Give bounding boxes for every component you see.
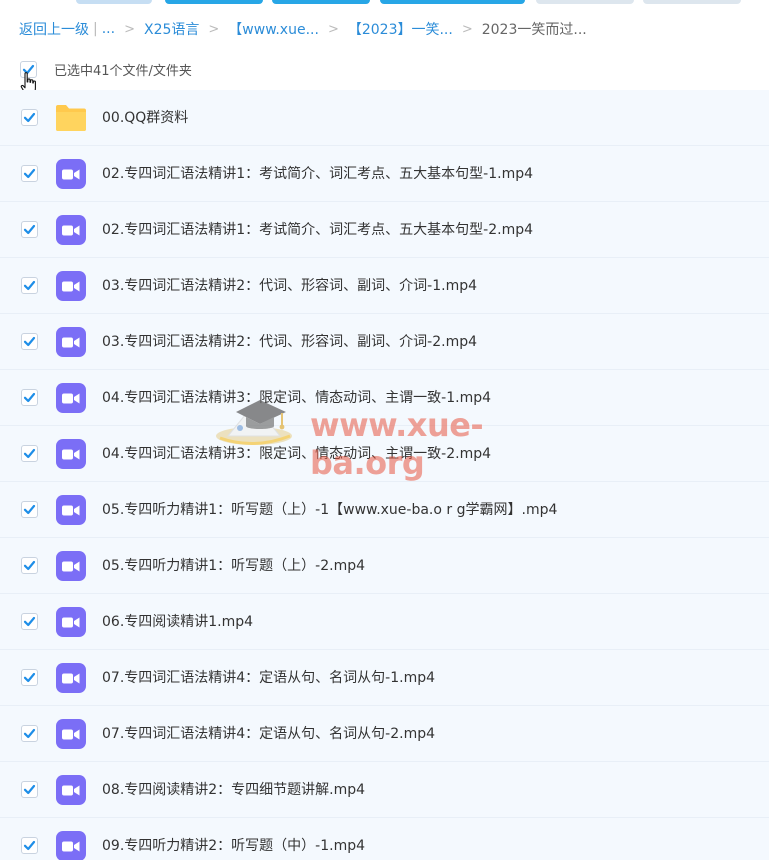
video-icon <box>55 663 87 693</box>
breadcrumb-item[interactable]: 【2023】一笑... <box>348 19 453 39</box>
file-row[interactable]: 05.专四听力精讲1：听写题（上）-2.mp4 <box>0 538 769 594</box>
video-icon <box>55 495 87 525</box>
check-icon <box>23 336 36 347</box>
file-name[interactable]: 03.专四词汇语法精讲2：代词、形容词、副词、介词-1.mp4 <box>102 258 477 314</box>
file-row[interactable]: 02.专四词汇语法精讲1：考试简介、词汇考点、五大基本句型-1.mp4 <box>0 146 769 202</box>
file-checkbox[interactable] <box>21 557 38 574</box>
video-icon <box>55 719 87 749</box>
breadcrumb-ellipsis[interactable]: ... <box>102 21 115 37</box>
chevron-right-icon: > <box>124 21 135 37</box>
video-icon <box>55 439 87 469</box>
toolbar-button-edge[interactable] <box>272 0 370 4</box>
check-icon <box>23 616 36 627</box>
file-checkbox[interactable] <box>21 389 38 406</box>
video-icon <box>55 383 87 413</box>
file-checkbox[interactable] <box>21 445 38 462</box>
selection-count-text: 已选中41个文件/文件夹 <box>54 63 192 79</box>
check-icon <box>23 112 36 123</box>
breadcrumb: 返回上一级 | ... > X25语言 > 【www.xue... > 【202… <box>19 19 587 39</box>
check-icon <box>23 560 36 571</box>
video-icon <box>55 215 87 245</box>
file-row[interactable]: 03.专四词汇语法精讲2：代词、形容词、副词、介词-2.mp4 <box>0 314 769 370</box>
chevron-right-icon: > <box>461 21 473 37</box>
video-icon <box>55 551 87 581</box>
check-icon <box>23 504 36 515</box>
file-name[interactable]: 06.专四阅读精讲1.mp4 <box>102 594 253 650</box>
toolbar-buttons-edge <box>0 0 769 4</box>
video-icon <box>55 327 87 357</box>
check-icon <box>23 224 36 235</box>
file-name[interactable]: 00.QQ群资料 <box>102 90 188 146</box>
file-name[interactable]: 08.专四阅读精讲2：专四细节题讲解.mp4 <box>102 762 365 818</box>
check-icon <box>23 280 36 291</box>
file-row[interactable]: 03.专四词汇语法精讲2：代词、形容词、副词、介词-1.mp4 <box>0 258 769 314</box>
folder-icon <box>55 103 87 133</box>
video-icon <box>55 159 87 189</box>
file-checkbox[interactable] <box>21 837 38 854</box>
check-icon <box>23 672 36 683</box>
check-icon <box>23 168 36 179</box>
breadcrumb-back-link[interactable]: 返回上一级 <box>19 19 89 39</box>
file-checkbox[interactable] <box>21 501 38 518</box>
file-row[interactable]: 00.QQ群资料 <box>0 90 769 146</box>
check-icon <box>23 728 36 739</box>
file-name[interactable]: 05.专四听力精讲1：听写题（上）-2.mp4 <box>102 538 365 594</box>
file-row[interactable]: 07.专四词汇语法精讲4：定语从句、名词从句-1.mp4 <box>0 650 769 706</box>
file-checkbox[interactable] <box>21 725 38 742</box>
file-row[interactable]: 08.专四阅读精讲2：专四细节题讲解.mp4 <box>0 762 769 818</box>
file-checkbox[interactable] <box>21 781 38 798</box>
toolbar-button-edge[interactable] <box>380 0 525 4</box>
file-checkbox[interactable] <box>21 109 38 126</box>
file-row[interactable]: 09.专四听力精讲2：听写题（中）-1.mp4 <box>0 818 769 860</box>
file-row[interactable]: 07.专四词汇语法精讲4：定语从句、名词从句-2.mp4 <box>0 706 769 762</box>
breadcrumb-current: 2023一笑而过... <box>481 22 587 38</box>
file-name[interactable]: 09.专四听力精讲2：听写题（中）-1.mp4 <box>102 818 365 860</box>
check-icon <box>23 840 36 851</box>
breadcrumb-item[interactable]: 【www.xue... <box>228 19 319 39</box>
chevron-right-icon: > <box>208 21 220 37</box>
file-row[interactable]: 06.专四阅读精讲1.mp4 <box>0 594 769 650</box>
video-icon <box>55 775 87 805</box>
file-checkbox[interactable] <box>21 669 38 686</box>
file-name[interactable]: 07.专四词汇语法精讲4：定语从句、名词从句-1.mp4 <box>102 650 435 706</box>
video-icon <box>55 831 87 860</box>
check-icon <box>23 448 36 459</box>
file-checkbox[interactable] <box>21 333 38 350</box>
toolbar-button-edge[interactable] <box>165 0 263 4</box>
file-row[interactable]: 02.专四词汇语法精讲1：考试简介、词汇考点、五大基本句型-2.mp4 <box>0 202 769 258</box>
file-checkbox[interactable] <box>21 165 38 182</box>
file-name[interactable]: 07.专四词汇语法精讲4：定语从句、名词从句-2.mp4 <box>102 706 435 762</box>
file-checkbox[interactable] <box>21 613 38 630</box>
file-name[interactable]: 04.专四词汇语法精讲3：限定词、情态动词、主谓一致-1.mp4 <box>102 370 491 426</box>
breadcrumb-divider: | <box>93 21 98 37</box>
toolbar-button-edge[interactable] <box>643 0 741 4</box>
chevron-right-icon: > <box>327 21 339 37</box>
file-row[interactable]: 05.专四听力精讲1：听写题（上）-1【www.xue-ba.o r g学霸网】… <box>0 482 769 538</box>
file-checkbox[interactable] <box>21 277 38 294</box>
file-checkbox[interactable] <box>21 221 38 238</box>
file-row[interactable]: 04.专四词汇语法精讲3：限定词、情态动词、主谓一致-2.mp4 <box>0 426 769 482</box>
file-name[interactable]: 02.专四词汇语法精讲1：考试简介、词汇考点、五大基本句型-2.mp4 <box>102 202 533 258</box>
toolbar-button-edge[interactable] <box>536 0 634 4</box>
file-name[interactable]: 05.专四听力精讲1：听写题（上）-1【www.xue-ba.o r g学霸网】… <box>102 482 557 538</box>
file-name[interactable]: 03.专四词汇语法精讲2：代词、形容词、副词、介词-2.mp4 <box>102 314 477 370</box>
video-icon <box>55 271 87 301</box>
file-name[interactable]: 04.专四词汇语法精讲3：限定词、情态动词、主谓一致-2.mp4 <box>102 426 491 482</box>
file-name[interactable]: 02.专四词汇语法精讲1：考试简介、词汇考点、五大基本句型-1.mp4 <box>102 146 533 202</box>
select-all-bar: 已选中41个文件/文件夹 <box>20 58 192 80</box>
video-icon <box>55 607 87 637</box>
breadcrumb-item[interactable]: X25语言 <box>144 19 199 39</box>
toolbar-button-edge[interactable] <box>76 0 152 4</box>
check-icon <box>23 784 36 795</box>
file-row[interactable]: 04.专四词汇语法精讲3：限定词、情态动词、主谓一致-1.mp4 <box>0 370 769 426</box>
file-list: 00.QQ群资料 02.专四词汇语法精讲1：考试简介、词汇考点、五大基本句型-1.… <box>0 90 769 860</box>
check-icon <box>23 392 36 403</box>
